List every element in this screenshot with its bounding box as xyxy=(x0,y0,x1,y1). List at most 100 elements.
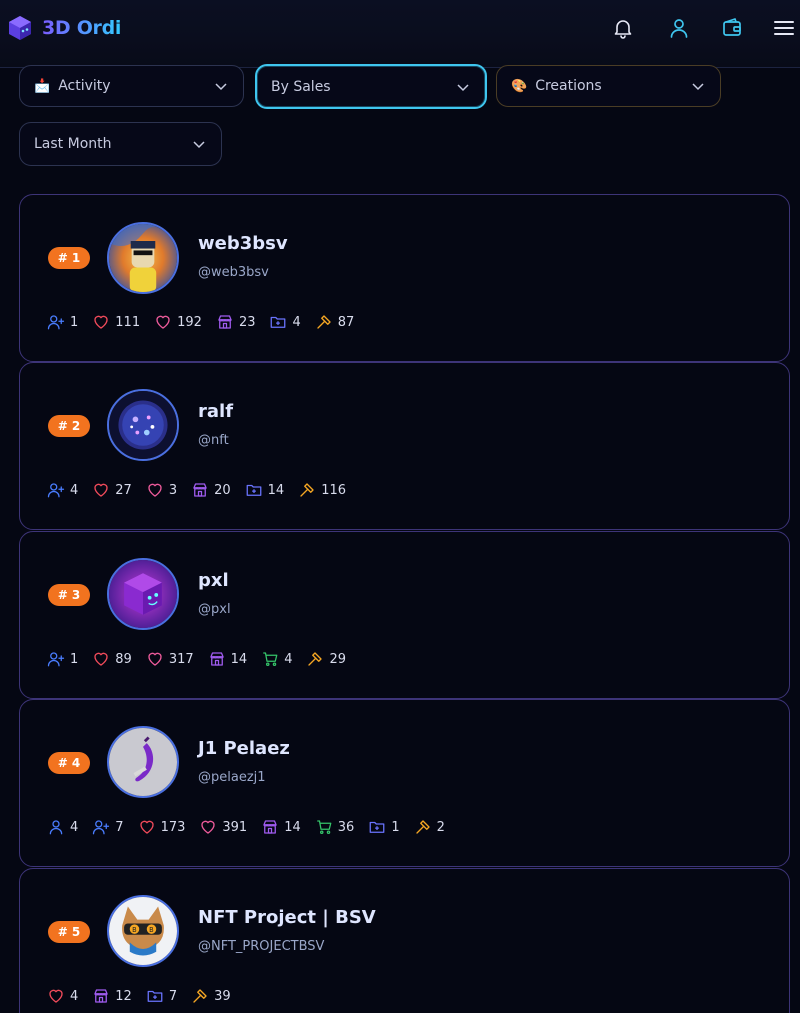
creator-name[interactable]: pxl xyxy=(198,570,229,591)
activity-filter-dropdown[interactable]: 📩 Activity xyxy=(19,65,244,107)
creator-handle: @pelaezj1 xyxy=(198,770,266,785)
store-icon xyxy=(191,481,209,499)
creator-handle: @NFT_PROJECTBSV xyxy=(198,939,325,954)
stat-folder-plus: 1 xyxy=(368,818,400,836)
cart-icon xyxy=(315,818,333,836)
stat-value: 7 xyxy=(115,819,124,835)
avatar[interactable] xyxy=(107,389,179,461)
stat-value: 20 xyxy=(214,482,231,498)
heart-icon xyxy=(138,818,156,836)
stat-value: 23 xyxy=(238,314,256,330)
stats-row: 1 111 192 23 4 87 xyxy=(47,313,354,331)
rank-badge: # 4 xyxy=(48,752,90,774)
stat-store: 12 xyxy=(92,987,132,1005)
stat-value: 2 xyxy=(436,819,445,835)
app-title: 3D Ordi xyxy=(42,17,122,39)
creator-card[interactable]: # 4 J1 Pelaez @pelaezj1 4 7 173 391 14 36 1 2 xyxy=(19,699,790,867)
stat-value: 14 xyxy=(230,651,248,667)
user-plus-icon xyxy=(92,818,110,836)
stat-store: 20 xyxy=(191,481,231,499)
stats-row: 4 27 3 20 14 116 xyxy=(47,481,346,499)
stats-row: 4 12 7 39 xyxy=(47,987,231,1005)
stat-store: 23 xyxy=(216,313,256,331)
stat-value: 192 xyxy=(177,314,202,330)
stat-store: 14 xyxy=(208,650,248,668)
stat-user-plus: 4 xyxy=(47,481,78,499)
chevron-down-icon xyxy=(457,84,469,92)
stat-value: 1 xyxy=(70,314,79,330)
menu-icon[interactable] xyxy=(772,16,798,40)
avatar[interactable] xyxy=(107,222,179,294)
folder-plus-icon xyxy=(368,818,386,836)
stat-hammer: 87 xyxy=(315,313,354,331)
stat-value: 4 xyxy=(70,482,79,498)
stat-heart: 111 xyxy=(92,313,140,331)
creator-name[interactable]: web3bsv xyxy=(198,233,288,254)
folder-plus-icon xyxy=(245,481,263,499)
creator-card[interactable]: # 1 web3bsv @web3bsv 1 111 192 23 4 87 xyxy=(19,194,790,362)
svg-text:B: B xyxy=(132,926,137,934)
heart-outline-icon xyxy=(199,818,217,836)
stat-heart: 173 xyxy=(138,818,185,836)
palette-emoji-icon: 🎨 xyxy=(511,78,528,94)
category-filter-dropdown[interactable]: 🎨 Creations xyxy=(496,65,721,107)
heart-outline-icon xyxy=(146,650,164,668)
stat-heart-outline: 317 xyxy=(146,650,194,668)
stat-value: 12 xyxy=(115,988,132,1004)
stat-heart-outline: 192 xyxy=(154,313,202,331)
rank-badge: # 2 xyxy=(48,415,90,437)
stat-heart-outline: 3 xyxy=(146,481,177,499)
creator-card[interactable]: # 2 ralf @nft 4 27 3 20 14 116 xyxy=(19,362,790,530)
creator-name[interactable]: ralf xyxy=(198,401,233,422)
user-plus-icon xyxy=(47,313,65,331)
rank-badge: # 5 xyxy=(48,921,90,943)
creator-name[interactable]: NFT Project | BSV xyxy=(198,907,376,928)
rank-badge: # 3 xyxy=(48,584,90,606)
sort-dropdown-label: By Sales xyxy=(271,78,331,95)
user-plus-icon xyxy=(47,650,65,668)
stat-value: 4 xyxy=(284,651,293,667)
chevron-down-icon xyxy=(193,141,205,149)
stats-row: 1 89 317 14 4 29 xyxy=(47,650,346,668)
stats-row: 4 7 173 391 14 36 1 2 xyxy=(47,818,445,836)
stat-value: 116 xyxy=(321,482,347,498)
stat-heart: 89 xyxy=(92,650,132,668)
bell-icon[interactable] xyxy=(611,16,635,40)
stat-value: 7 xyxy=(168,988,178,1004)
creator-name[interactable]: J1 Pelaez xyxy=(198,738,290,759)
cube-logo-icon xyxy=(9,16,31,40)
creator-card[interactable]: # 5 B B NFT Project | BSV @NFT_PROJECTBS… xyxy=(19,868,790,1013)
stat-hammer: 2 xyxy=(414,818,445,836)
avatar[interactable]: B B xyxy=(107,895,179,967)
stat-value: 14 xyxy=(284,819,301,835)
wallet-icon[interactable] xyxy=(720,16,744,40)
svg-text:B: B xyxy=(149,926,154,934)
chevron-down-icon xyxy=(692,83,704,91)
period-filter-dropdown[interactable]: Last Month xyxy=(19,122,222,166)
heart-icon xyxy=(92,313,110,331)
stat-value: 3 xyxy=(168,482,178,498)
user-icon[interactable] xyxy=(667,16,691,40)
stat-value: 39 xyxy=(214,988,231,1004)
app-header: 3D Ordi xyxy=(0,0,800,68)
store-icon xyxy=(261,818,279,836)
avatar[interactable] xyxy=(107,558,179,630)
creator-card[interactable]: # 3 pxl @pxl 1 89 317 14 4 29 xyxy=(19,531,790,699)
stat-folder-plus: 14 xyxy=(245,481,284,499)
inbox-emoji-icon: 📩 xyxy=(34,78,51,94)
stat-value: 36 xyxy=(337,819,355,835)
hammer-icon xyxy=(306,650,324,668)
stat-folder-plus: 7 xyxy=(146,987,177,1005)
rank-badge: # 1 xyxy=(48,247,90,269)
hammer-icon xyxy=(191,987,209,1005)
stat-hammer: 116 xyxy=(298,481,346,499)
stat-value: 89 xyxy=(115,651,132,667)
hammer-icon xyxy=(414,818,432,836)
creator-handle: @web3bsv xyxy=(198,265,269,280)
store-icon xyxy=(208,650,226,668)
avatar[interactable] xyxy=(107,726,179,798)
sort-dropdown[interactable]: By Sales xyxy=(255,64,487,109)
heart-outline-icon xyxy=(146,481,164,499)
store-icon xyxy=(216,313,234,331)
logo[interactable]: 3D Ordi xyxy=(6,14,121,42)
